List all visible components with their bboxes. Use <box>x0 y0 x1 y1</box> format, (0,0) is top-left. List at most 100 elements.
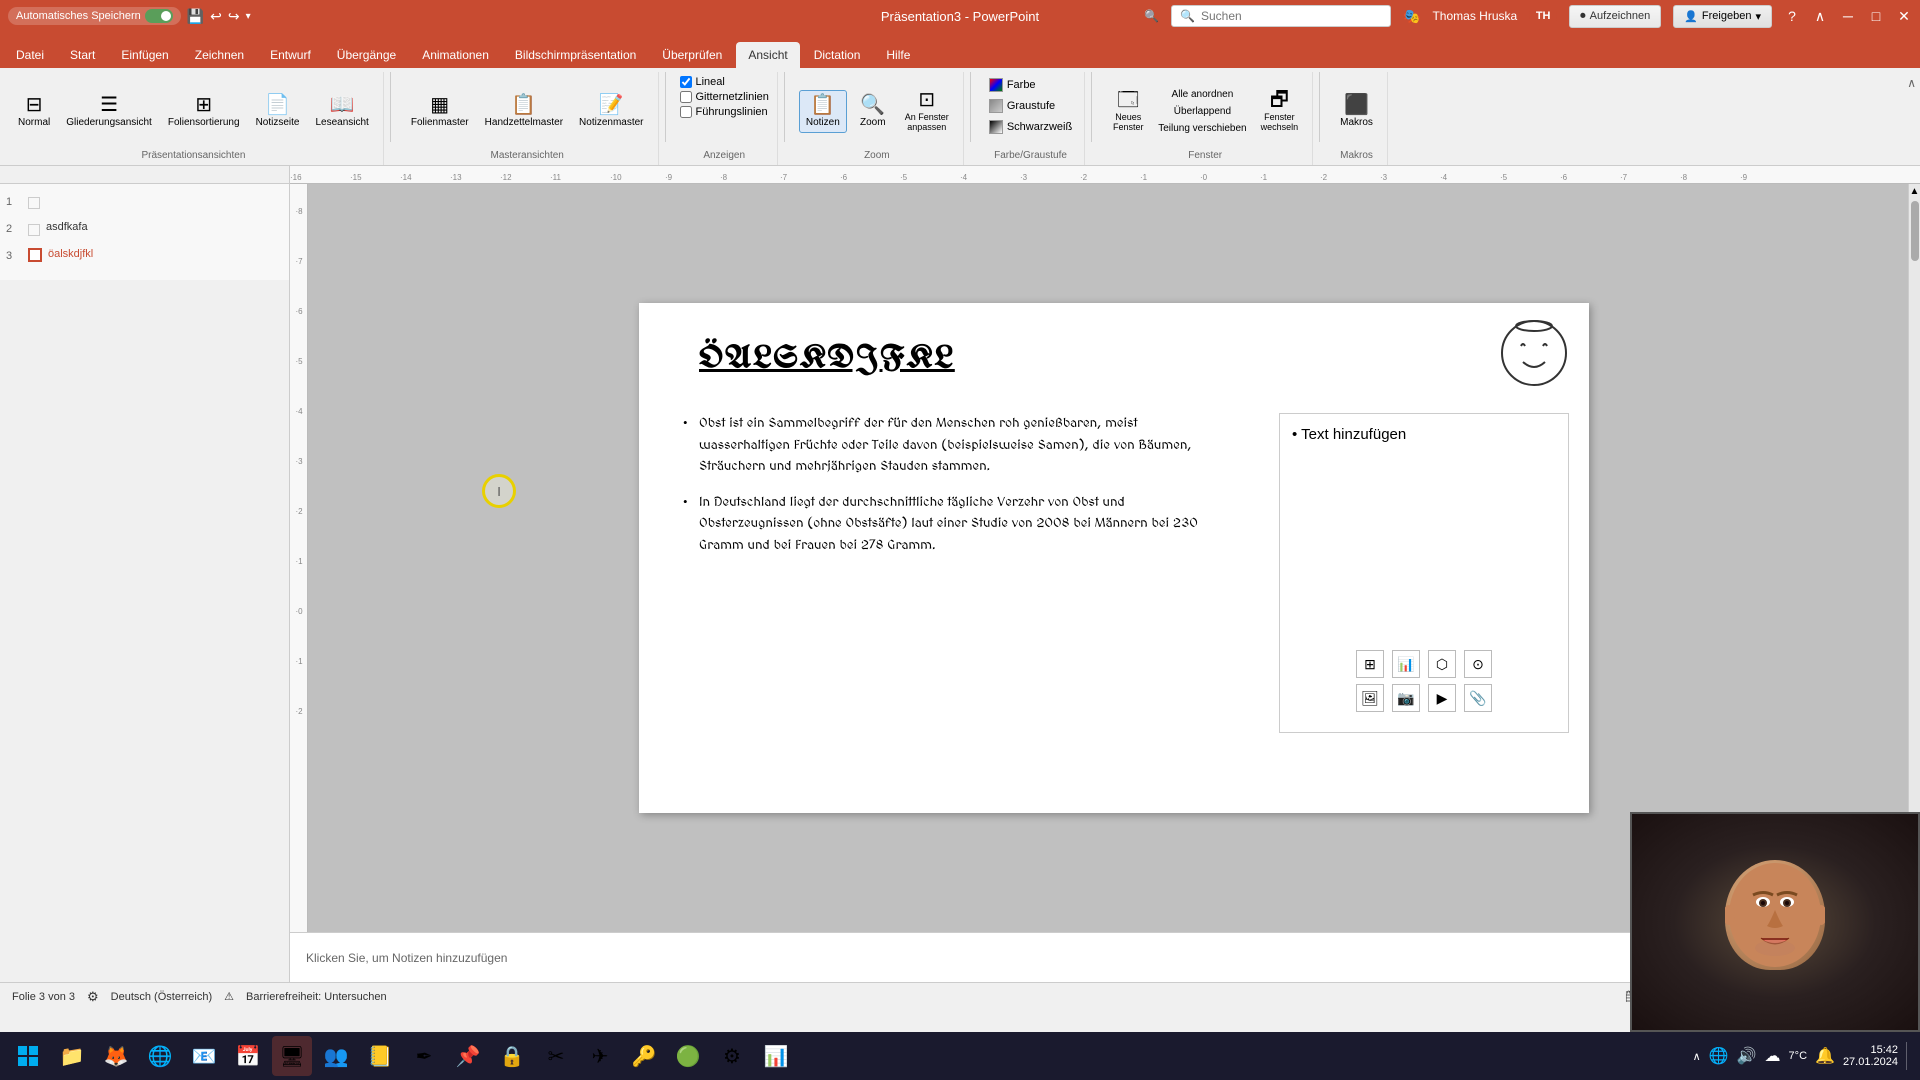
tab-datei[interactable]: Datei <box>4 42 56 68</box>
photo-icon[interactable]: 📷 <box>1392 684 1420 712</box>
btn-teilung[interactable]: Teilung verschieben <box>1154 121 1250 136</box>
file-explorer-btn[interactable]: 📁 <box>52 1036 92 1076</box>
user-avatar[interactable]: TH <box>1529 2 1557 30</box>
bitwarden-btn[interactable]: 🔑 <box>624 1036 664 1076</box>
btn-notizseite[interactable]: 📄 Notizseite <box>250 91 306 132</box>
btn-gliederungsansicht[interactable]: ☰ Gliederungsansicht <box>60 91 158 132</box>
table-icon[interactable]: ⊞ <box>1356 650 1384 678</box>
tab-dictation[interactable]: Dictation <box>802 42 873 68</box>
window-maximize[interactable]: □ <box>1868 8 1884 24</box>
btn-zoom[interactable]: 🔍 Zoom <box>851 91 895 132</box>
slide-canvas[interactable]: ÖALSKDJFKL Obst ist ein Sammelbegriff de… <box>639 303 1589 813</box>
help-icon[interactable]: 🎭 <box>1403 8 1420 25</box>
barrierefreiheit-status[interactable]: Barrierefreiheit: Untersuchen <box>246 991 387 1003</box>
undo-icon[interactable]: ↩ <box>210 8 222 25</box>
qa-dropdown[interactable]: ▾ <box>246 11 251 22</box>
sticky-btn[interactable]: 📌 <box>448 1036 488 1076</box>
excel-btn[interactable]: 📊 <box>756 1036 796 1076</box>
window-close[interactable]: ✕ <box>1896 8 1912 24</box>
mail-btn[interactable]: 📧 <box>184 1036 224 1076</box>
volume-icon[interactable]: 🔊 <box>1737 1046 1757 1066</box>
btn-an-fenster[interactable]: ⊡ An Fensteranpassen <box>899 86 955 136</box>
search-magnifier: 🔍 <box>1180 9 1195 23</box>
autosave-toggle[interactable] <box>145 9 173 23</box>
firefox-btn[interactable]: 🦊 <box>96 1036 136 1076</box>
window-minimize[interactable]: ─ <box>1840 8 1856 24</box>
tab-ansicht[interactable]: Ansicht <box>736 42 799 68</box>
slide-thumb-2[interactable]: 2 asdfkafa <box>4 219 285 238</box>
slide-title[interactable]: ÖALSKDJFKL <box>699 343 955 376</box>
btn-schwarzweiss[interactable]: Schwarzweiß <box>985 118 1076 136</box>
btn-foliensortierung[interactable]: ⊞ Foliensortierung <box>162 91 246 132</box>
smartart-icon[interactable]: ⬡ <box>1428 650 1456 678</box>
btn-alle-anordnen[interactable]: Alle anordnen <box>1154 87 1250 102</box>
checkbox-gitternetz[interactable]: Gitternetzlinien <box>680 91 769 103</box>
group-prasentationsansichten: ⊟ Normal ☰ Gliederungsansicht ⊞ Folienso… <box>4 72 384 165</box>
tab-hilfe[interactable]: Hilfe <box>874 42 922 68</box>
checkbox-lineal[interactable]: Lineal <box>680 76 725 88</box>
window-help[interactable]: ? <box>1784 8 1800 24</box>
freigeben-button[interactable]: 👤 Freigeben ▾ <box>1673 5 1772 28</box>
picture-icon[interactable]: 🖼 <box>1356 684 1384 712</box>
onenote-btn[interactable]: 📒 <box>360 1036 400 1076</box>
slide-body[interactable]: Obst ist ein Sammelbegriff der für den M… <box>679 413 1209 570</box>
btn-uberlappend[interactable]: Überlappend <box>1154 104 1250 119</box>
tab-animationen[interactable]: Animationen <box>410 42 501 68</box>
show-hidden-icons[interactable]: ∧ <box>1693 1050 1701 1063</box>
btn-notizenmaster[interactable]: 📝 Notizenmaster <box>573 91 649 132</box>
snip-btn[interactable]: ✂ <box>536 1036 576 1076</box>
btn-makros[interactable]: ⬛ Makros <box>1334 91 1379 132</box>
redo-icon[interactable]: ↪ <box>228 8 240 25</box>
search-box[interactable]: 🔍 <box>1171 5 1391 27</box>
btn-leseansicht[interactable]: 📖 Leseansicht <box>309 91 374 132</box>
taskbar-time[interactable]: 15:4227.01.2024 <box>1843 1044 1898 1068</box>
btn-farbe[interactable]: Farbe <box>985 76 1040 94</box>
powerpoint-btn[interactable]: 🖥 <box>272 1036 312 1076</box>
start-button[interactable] <box>8 1036 48 1076</box>
autosave-pill[interactable]: Automatisches Speichern <box>8 7 181 25</box>
teams-btn[interactable]: 👥 <box>316 1036 356 1076</box>
btn-normal[interactable]: ⊟ Normal <box>12 91 56 132</box>
btn-notizen-zoom[interactable]: 📋 Notizen <box>799 90 847 133</box>
btn-neues-fenster[interactable]: 🗔 NeuesFenster <box>1106 86 1150 136</box>
tab-uebergaenge[interactable]: Übergänge <box>325 42 408 68</box>
file-icon[interactable]: 📎 <box>1464 684 1492 712</box>
show-desktop[interactable] <box>1906 1042 1912 1070</box>
slide-thumb-1[interactable]: 1 <box>4 192 285 211</box>
screenshot-icon[interactable]: ⊙ <box>1464 650 1492 678</box>
slide-right-box[interactable]: • Text hinzufügen ⊞ 📊 ⬡ ⊙ 🖼 📷 <box>1279 413 1569 733</box>
tab-bildschirm[interactable]: Bildschirmpräsentation <box>503 42 648 68</box>
weather-icon[interactable]: ☁ <box>1765 1046 1781 1066</box>
tab-ueberprufen[interactable]: Überprüfen <box>650 42 734 68</box>
slide-thumb-3[interactable]: 3 öalskdjfkl <box>4 246 285 264</box>
tab-einfuegen[interactable]: Einfügen <box>109 42 180 68</box>
green-app-btn[interactable]: 🟢 <box>668 1036 708 1076</box>
aufzeichnen-button[interactable]: ⏺ Aufzeichnen <box>1569 5 1661 28</box>
tab-entwurf[interactable]: Entwurf <box>258 42 323 68</box>
vpn-btn[interactable]: 🔒 <box>492 1036 532 1076</box>
tab-zeichnen[interactable]: Zeichnen <box>183 42 256 68</box>
visio-btn[interactable]: ✒ <box>404 1036 444 1076</box>
network-icon[interactable]: 🌐 <box>1709 1046 1729 1066</box>
sprache-status[interactable]: Deutsch (Österreich) <box>111 991 212 1003</box>
ribbon-collapse-btn[interactable]: ∧ <box>1907 76 1916 90</box>
taskbar-notifications[interactable]: 🔔 <box>1815 1046 1835 1066</box>
save-icon[interactable]: 💾 <box>187 8 204 25</box>
telegram-btn[interactable]: ✈ <box>580 1036 620 1076</box>
checkbox-fuehrungslinien[interactable]: Führungslinien <box>680 106 768 118</box>
scroll-up[interactable]: ▲ <box>1908 184 1920 199</box>
group-label-makros: Makros <box>1340 146 1373 161</box>
settings-btn[interactable]: ⚙ <box>712 1036 752 1076</box>
scroll-thumb[interactable] <box>1911 201 1919 261</box>
ribbon-collapse[interactable]: ∧ <box>1812 8 1828 24</box>
btn-handzettelmaster[interactable]: 📋 Handzettelmaster <box>479 91 569 132</box>
outlook-btn[interactable]: 📅 <box>228 1036 268 1076</box>
btn-graustufe[interactable]: Graustufe <box>985 97 1059 115</box>
chart-icon[interactable]: 📊 <box>1392 650 1420 678</box>
btn-fenster-wechseln[interactable]: 🗗 Fensterwechseln <box>1255 86 1305 136</box>
search-input[interactable] <box>1201 9 1382 23</box>
chrome-btn[interactable]: 🌐 <box>140 1036 180 1076</box>
tab-start[interactable]: Start <box>58 42 107 68</box>
btn-folienmaster[interactable]: ▦ Folienmaster <box>405 91 475 132</box>
video-icon[interactable]: ▶ <box>1428 684 1456 712</box>
